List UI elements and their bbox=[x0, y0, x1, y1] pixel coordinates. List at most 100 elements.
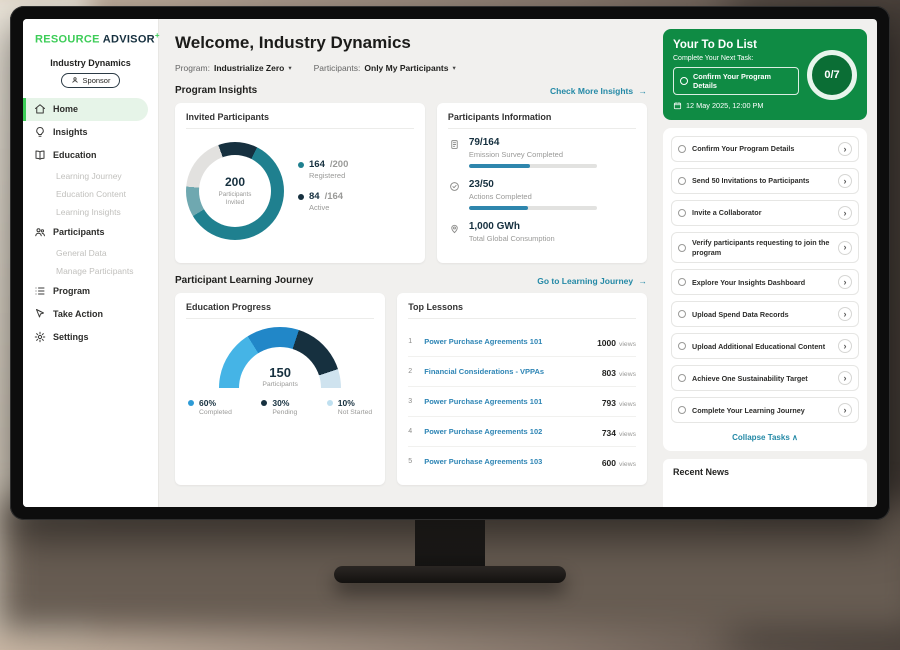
chevron-right-icon[interactable]: › bbox=[838, 403, 852, 417]
lesson-link[interactable]: Power Purchase Agreements 101 bbox=[424, 397, 594, 406]
chevron-right-icon[interactable]: › bbox=[838, 241, 852, 255]
program-insights-cards: Invited Participants 200 Participants In… bbox=[175, 103, 647, 263]
lesson-row[interactable]: 5 Power Purchase Agreements 103 600views bbox=[408, 447, 636, 476]
lesson-rank: 1 bbox=[408, 338, 416, 345]
chevron-right-icon[interactable]: › bbox=[838, 142, 852, 156]
chevron-right-icon[interactable]: › bbox=[838, 371, 852, 385]
task-label: Verify participants requesting to join t… bbox=[692, 238, 832, 257]
lesson-row[interactable]: 3 Power Purchase Agreements 101 793views bbox=[408, 387, 636, 417]
legend-label: Not Started bbox=[338, 409, 372, 416]
task-checkbox[interactable] bbox=[678, 374, 686, 382]
todo-task-item[interactable]: Upload Additional Educational Content › bbox=[671, 333, 859, 359]
task-checkbox[interactable] bbox=[678, 310, 686, 318]
sponsor-badge-label: Sponsor bbox=[83, 76, 111, 85]
todo-progress-ring: 0/7 bbox=[807, 50, 857, 100]
lesson-views-suffix: views bbox=[619, 461, 636, 468]
legend-dot bbox=[298, 162, 304, 168]
sidebar-item-learning-journey[interactable]: Learning Journey bbox=[23, 167, 158, 185]
invited-participants-card: Invited Participants 200 Participants In… bbox=[175, 103, 425, 263]
chevron-right-icon[interactable]: › bbox=[838, 174, 852, 188]
donut-center-value: 200 bbox=[225, 175, 245, 189]
todo-task-item[interactable]: Send 50 Invitations to Participants › bbox=[671, 168, 859, 194]
lesson-row[interactable]: 1 Power Purchase Agreements 101 1000view… bbox=[408, 327, 636, 357]
gauge-center: 150 Participants bbox=[219, 365, 341, 388]
program-dropdown[interactable]: Program: Industrialize Zero ▾ bbox=[175, 63, 292, 73]
legend-label: Registered bbox=[309, 171, 348, 180]
todo-task-item[interactable]: Confirm Your Program Details › bbox=[671, 136, 859, 162]
lesson-row[interactable]: 4 Power Purchase Agreements 102 734views bbox=[408, 417, 636, 447]
chevron-right-icon[interactable]: › bbox=[838, 206, 852, 220]
todo-task-item[interactable]: Achieve One Sustainability Target › bbox=[671, 365, 859, 391]
sidebar-item-label: Settings bbox=[53, 332, 89, 342]
stat-label: Emission Survey Completed bbox=[469, 150, 597, 159]
stat-value: 79/164 bbox=[469, 137, 597, 148]
task-checkbox[interactable] bbox=[678, 342, 686, 350]
lesson-link[interactable]: Power Purchase Agreements 101 bbox=[424, 337, 589, 346]
sidebar-item-education[interactable]: Education bbox=[23, 144, 158, 167]
stat-label: Total Global Consumption bbox=[469, 234, 555, 243]
learning-journey-header: Participant Learning Journey Go to Learn… bbox=[175, 275, 647, 286]
sidebar-item-education-content[interactable]: Education Content bbox=[23, 185, 158, 203]
sidebar-item-home[interactable]: Home bbox=[23, 98, 148, 121]
go-to-learning-journey-link[interactable]: Go to Learning Journey → bbox=[537, 276, 647, 286]
sidebar-item-learning-insights[interactable]: Learning Insights bbox=[23, 203, 158, 221]
task-checkbox[interactable] bbox=[678, 209, 686, 217]
task-checkbox[interactable] bbox=[680, 77, 688, 85]
todo-task-item[interactable]: Upload Spend Data Records › bbox=[671, 301, 859, 327]
legend-value: 164 bbox=[309, 159, 325, 170]
donut-legend: 164/200 Registered 84/164 Active bbox=[298, 159, 348, 223]
progress-bar bbox=[469, 206, 597, 210]
legend-dot bbox=[188, 400, 194, 406]
participants-dropdown[interactable]: Participants: Only My Participants ▾ bbox=[314, 63, 456, 73]
card-title: Participants Information bbox=[448, 112, 636, 129]
sidebar-item-label: Home bbox=[53, 104, 78, 114]
task-label: Invite a Collaborator bbox=[692, 208, 832, 218]
sidebar-item-insights[interactable]: Insights bbox=[23, 121, 158, 144]
sidebar-item-program[interactable]: Program bbox=[23, 280, 158, 303]
todo-task-item[interactable]: Complete Your Learning Journey › bbox=[671, 397, 859, 423]
task-checkbox[interactable] bbox=[678, 278, 686, 286]
lesson-rank: 5 bbox=[408, 458, 416, 465]
chevron-down-icon: ▾ bbox=[288, 64, 291, 72]
sidebar-item-settings[interactable]: Settings bbox=[23, 326, 158, 349]
sidebar-item-label: Participants bbox=[53, 227, 105, 237]
education-gauge-chart: 150 Participants bbox=[219, 327, 341, 388]
lesson-link[interactable]: Power Purchase Agreements 103 bbox=[424, 457, 594, 466]
sidebar-item-label: Learning Insights bbox=[56, 207, 121, 217]
recent-news-header[interactable]: Recent News bbox=[663, 459, 867, 507]
sidebar-item-manage-participants[interactable]: Manage Participants bbox=[23, 262, 158, 280]
lesson-views-suffix: views bbox=[619, 401, 636, 408]
arrow-right-icon: → bbox=[639, 276, 648, 286]
legend-item-not-started: 10% Not Started bbox=[327, 398, 372, 416]
task-checkbox[interactable] bbox=[678, 244, 686, 252]
chevron-right-icon[interactable]: › bbox=[838, 307, 852, 321]
sidebar-item-take-action[interactable]: Take Action bbox=[23, 303, 158, 326]
task-checkbox[interactable] bbox=[678, 406, 686, 414]
legend-item-pending: 30% Pending bbox=[261, 398, 297, 416]
sidebar-item-participants[interactable]: Participants bbox=[23, 221, 158, 244]
pointer-icon bbox=[33, 308, 46, 321]
calendar-icon bbox=[673, 101, 682, 110]
legend-label: Active bbox=[309, 203, 348, 212]
task-checkbox[interactable] bbox=[678, 177, 686, 185]
sidebar-item-label: Insights bbox=[53, 127, 88, 137]
collapse-tasks-link[interactable]: Collapse Tasks ∧ bbox=[671, 429, 859, 449]
sidebar-item-general-data[interactable]: General Data bbox=[23, 244, 158, 262]
todo-task-item[interactable]: Invite a Collaborator › bbox=[671, 200, 859, 226]
chevron-right-icon[interactable]: › bbox=[838, 275, 852, 289]
lesson-link[interactable]: Financial Considerations - VPPAs bbox=[424, 367, 594, 376]
card-title: Invited Participants bbox=[186, 112, 414, 129]
sidebar: RESOURCE ADVISOR+ Industry Dynamics Spon… bbox=[23, 19, 159, 507]
task-label: Upload Additional Educational Content bbox=[692, 342, 832, 352]
monitor-stand-neck bbox=[415, 518, 485, 570]
chevron-right-icon[interactable]: › bbox=[838, 339, 852, 353]
task-label: Upload Spend Data Records bbox=[692, 310, 832, 320]
check-more-insights-link[interactable]: Check More Insights → bbox=[550, 86, 647, 96]
todo-task-item[interactable]: Explore Your Insights Dashboard › bbox=[671, 269, 859, 295]
lesson-row[interactable]: 2 Financial Considerations - VPPAs 803vi… bbox=[408, 357, 636, 387]
todo-task-item[interactable]: Verify participants requesting to join t… bbox=[671, 232, 859, 263]
next-task-row[interactable]: Confirm Your Program Details bbox=[673, 67, 799, 95]
lesson-link[interactable]: Power Purchase Agreements 102 bbox=[424, 427, 594, 436]
program-value: Industrialize Zero bbox=[214, 63, 284, 73]
task-checkbox[interactable] bbox=[678, 145, 686, 153]
